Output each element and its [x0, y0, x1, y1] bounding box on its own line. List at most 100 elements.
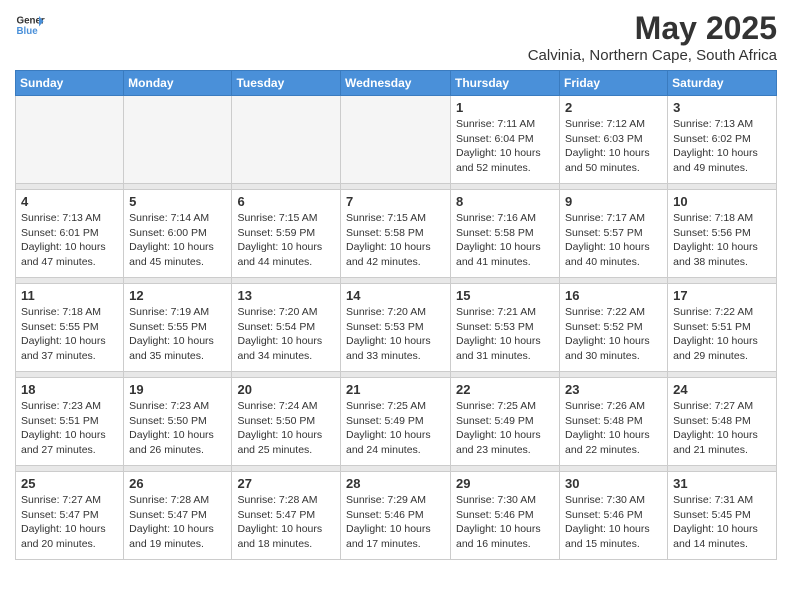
day-number: 15	[456, 288, 554, 303]
calendar-cell: 15 Sunrise: 7:21 AM Sunset: 5:53 PM Dayli…	[451, 284, 560, 372]
calendar-cell: 20 Sunrise: 7:24 AM Sunset: 5:50 PM Dayli…	[232, 378, 341, 466]
day-number: 8	[456, 194, 554, 209]
day-info: Sunrise: 7:22 AM Sunset: 5:51 PM Dayligh…	[673, 305, 771, 364]
day-info: Sunrise: 7:25 AM Sunset: 5:49 PM Dayligh…	[456, 399, 554, 458]
weekday-header: Tuesday	[232, 71, 341, 96]
calendar-cell: 12 Sunrise: 7:19 AM Sunset: 5:55 PM Dayli…	[124, 284, 232, 372]
week-row: 1 Sunrise: 7:11 AM Sunset: 6:04 PM Daylig…	[16, 96, 777, 184]
calendar-cell: 1 Sunrise: 7:11 AM Sunset: 6:04 PM Daylig…	[451, 96, 560, 184]
day-number: 2	[565, 100, 662, 115]
calendar-cell: 5 Sunrise: 7:14 AM Sunset: 6:00 PM Daylig…	[124, 190, 232, 278]
day-info: Sunrise: 7:12 AM Sunset: 6:03 PM Dayligh…	[565, 117, 662, 176]
weekday-header: Wednesday	[341, 71, 451, 96]
day-info: Sunrise: 7:16 AM Sunset: 5:58 PM Dayligh…	[456, 211, 554, 270]
weekday-header: Thursday	[451, 71, 560, 96]
weekday-header: Saturday	[668, 71, 777, 96]
calendar-table: SundayMondayTuesdayWednesdayThursdayFrid…	[15, 70, 777, 560]
calendar-cell: 16Sunrise: 7:22 AM Sunset: 5:52 PM Dayli…	[560, 284, 668, 372]
calendar-cell: 9Sunrise: 7:17 AM Sunset: 5:57 PM Daylig…	[560, 190, 668, 278]
calendar-cell: 31 Sunrise: 7:31 AM Sunset: 5:45 PM Dayli…	[668, 472, 777, 560]
weekday-header: Friday	[560, 71, 668, 96]
weekday-header: Monday	[124, 71, 232, 96]
week-row: 25 Sunrise: 7:27 AM Sunset: 5:47 PM Dayli…	[16, 472, 777, 560]
logo: General Blue	[15, 10, 45, 40]
day-number: 29	[456, 476, 554, 491]
calendar-cell	[341, 96, 451, 184]
day-number: 28	[346, 476, 445, 491]
day-info: Sunrise: 7:13 AM Sunset: 6:01 PM Dayligh…	[21, 211, 118, 270]
day-number: 27	[237, 476, 335, 491]
calendar-cell: 22 Sunrise: 7:25 AM Sunset: 5:49 PM Dayli…	[451, 378, 560, 466]
day-number: 24	[673, 382, 771, 397]
day-info: Sunrise: 7:20 AM Sunset: 5:53 PM Dayligh…	[346, 305, 445, 364]
calendar-cell: 19Sunrise: 7:23 AM Sunset: 5:50 PM Dayli…	[124, 378, 232, 466]
day-info: Sunrise: 7:11 AM Sunset: 6:04 PM Dayligh…	[456, 117, 554, 176]
calendar-cell: 25 Sunrise: 7:27 AM Sunset: 5:47 PM Dayli…	[16, 472, 124, 560]
day-number: 3	[673, 100, 771, 115]
day-info: Sunrise: 7:29 AM Sunset: 5:46 PM Dayligh…	[346, 493, 445, 552]
day-number: 16	[565, 288, 662, 303]
logo-icon: General Blue	[15, 10, 45, 40]
day-info: Sunrise: 7:19 AM Sunset: 5:55 PM Dayligh…	[129, 305, 226, 364]
day-number: 23	[565, 382, 662, 397]
title-area: May 2025 Calvinia, Northern Cape, South …	[528, 10, 777, 64]
day-info: Sunrise: 7:23 AM Sunset: 5:51 PM Dayligh…	[21, 399, 118, 458]
calendar-cell: 23 Sunrise: 7:26 AM Sunset: 5:48 PM Dayli…	[560, 378, 668, 466]
calendar-cell: 2 Sunrise: 7:12 AM Sunset: 6:03 PM Daylig…	[560, 96, 668, 184]
day-number: 1	[456, 100, 554, 115]
calendar-cell: 17 Sunrise: 7:22 AM Sunset: 5:51 PM Dayli…	[668, 284, 777, 372]
day-number: 13	[237, 288, 335, 303]
day-info: Sunrise: 7:21 AM Sunset: 5:53 PM Dayligh…	[456, 305, 554, 364]
day-number: 25	[21, 476, 118, 491]
day-number: 20	[237, 382, 335, 397]
day-info: Sunrise: 7:20 AM Sunset: 5:54 PM Dayligh…	[237, 305, 335, 364]
day-number: 10	[673, 194, 771, 209]
calendar-cell: 10Sunrise: 7:18 AM Sunset: 5:56 PM Dayli…	[668, 190, 777, 278]
day-number: 22	[456, 382, 554, 397]
day-number: 12	[129, 288, 226, 303]
day-number: 30	[565, 476, 662, 491]
calendar-cell: 14Sunrise: 7:20 AM Sunset: 5:53 PM Dayli…	[341, 284, 451, 372]
week-row: 18 Sunrise: 7:23 AM Sunset: 5:51 PM Dayli…	[16, 378, 777, 466]
day-info: Sunrise: 7:25 AM Sunset: 5:49 PM Dayligh…	[346, 399, 445, 458]
calendar-cell: 18 Sunrise: 7:23 AM Sunset: 5:51 PM Dayli…	[16, 378, 124, 466]
day-number: 21	[346, 382, 445, 397]
calendar-cell: 27Sunrise: 7:28 AM Sunset: 5:47 PM Dayli…	[232, 472, 341, 560]
day-info: Sunrise: 7:30 AM Sunset: 5:46 PM Dayligh…	[565, 493, 662, 552]
day-info: Sunrise: 7:23 AM Sunset: 5:50 PM Dayligh…	[129, 399, 226, 458]
week-row: 4 Sunrise: 7:13 AM Sunset: 6:01 PM Daylig…	[16, 190, 777, 278]
day-info: Sunrise: 7:26 AM Sunset: 5:48 PM Dayligh…	[565, 399, 662, 458]
day-number: 26	[129, 476, 226, 491]
day-number: 11	[21, 288, 118, 303]
day-info: Sunrise: 7:17 AM Sunset: 5:57 PM Dayligh…	[565, 211, 662, 270]
day-info: Sunrise: 7:24 AM Sunset: 5:50 PM Dayligh…	[237, 399, 335, 458]
header: General Blue May 2025 Calvinia, Northern…	[15, 10, 777, 64]
day-number: 6	[237, 194, 335, 209]
day-info: Sunrise: 7:27 AM Sunset: 5:48 PM Dayligh…	[673, 399, 771, 458]
calendar-cell: 13 Sunrise: 7:20 AM Sunset: 5:54 PM Dayli…	[232, 284, 341, 372]
calendar-cell: 29Sunrise: 7:30 AM Sunset: 5:46 PM Dayli…	[451, 472, 560, 560]
day-info: Sunrise: 7:28 AM Sunset: 5:47 PM Dayligh…	[129, 493, 226, 552]
calendar-cell: 6Sunrise: 7:15 AM Sunset: 5:59 PM Daylig…	[232, 190, 341, 278]
day-info: Sunrise: 7:18 AM Sunset: 5:55 PM Dayligh…	[21, 305, 118, 364]
day-number: 18	[21, 382, 118, 397]
day-info: Sunrise: 7:13 AM Sunset: 6:02 PM Dayligh…	[673, 117, 771, 176]
day-info: Sunrise: 7:27 AM Sunset: 5:47 PM Dayligh…	[21, 493, 118, 552]
day-info: Sunrise: 7:14 AM Sunset: 6:00 PM Dayligh…	[129, 211, 226, 270]
calendar-cell: 3 Sunrise: 7:13 AM Sunset: 6:02 PM Daylig…	[668, 96, 777, 184]
day-number: 17	[673, 288, 771, 303]
location-title: Calvinia, Northern Cape, South Africa	[528, 47, 777, 64]
calendar-cell: 21 Sunrise: 7:25 AM Sunset: 5:49 PM Dayli…	[341, 378, 451, 466]
svg-text:Blue: Blue	[17, 26, 39, 37]
calendar-cell: 8 Sunrise: 7:16 AM Sunset: 5:58 PM Daylig…	[451, 190, 560, 278]
day-number: 5	[129, 194, 226, 209]
calendar-cell: 30 Sunrise: 7:30 AM Sunset: 5:46 PM Dayli…	[560, 472, 668, 560]
calendar-cell	[16, 96, 124, 184]
calendar-cell: 11 Sunrise: 7:18 AM Sunset: 5:55 PM Dayli…	[16, 284, 124, 372]
week-row: 11 Sunrise: 7:18 AM Sunset: 5:55 PM Dayli…	[16, 284, 777, 372]
calendar-cell: 26 Sunrise: 7:28 AM Sunset: 5:47 PM Dayli…	[124, 472, 232, 560]
day-info: Sunrise: 7:15 AM Sunset: 5:58 PM Dayligh…	[346, 211, 445, 270]
day-number: 4	[21, 194, 118, 209]
day-number: 31	[673, 476, 771, 491]
day-info: Sunrise: 7:31 AM Sunset: 5:45 PM Dayligh…	[673, 493, 771, 552]
